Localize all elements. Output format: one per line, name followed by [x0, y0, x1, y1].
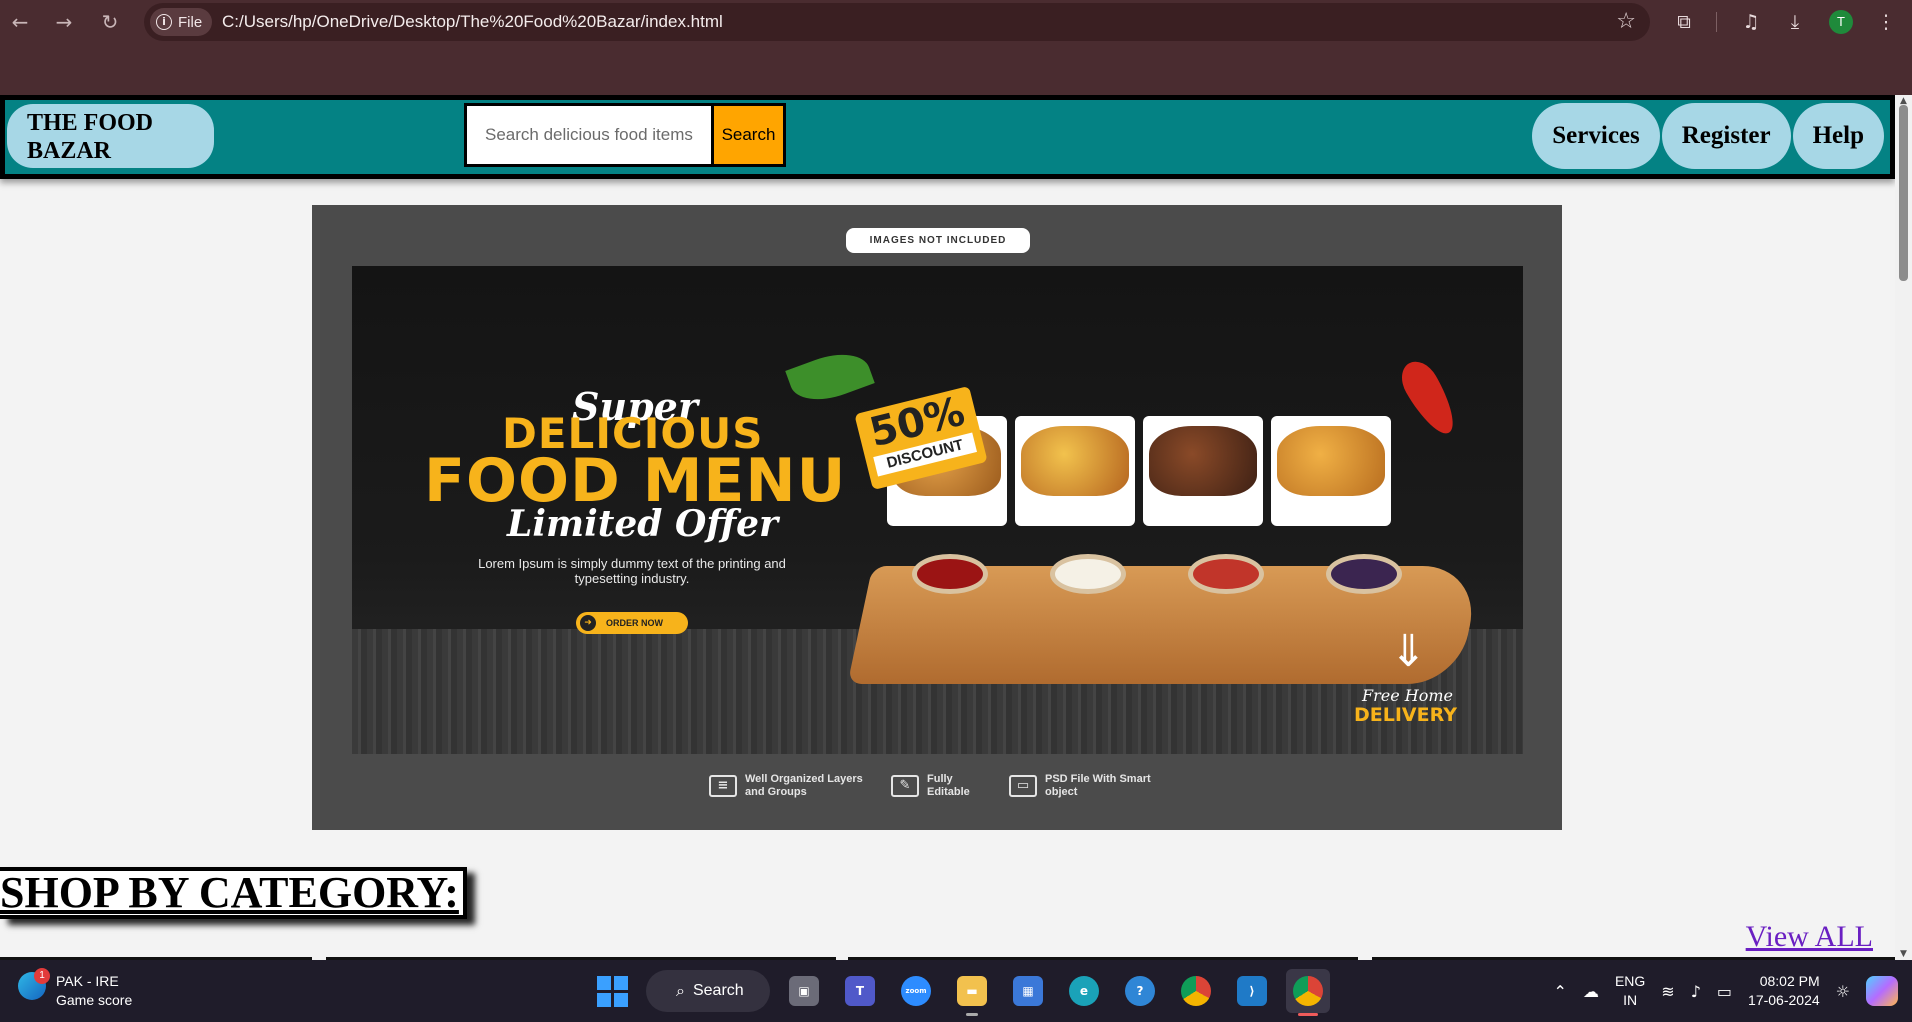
logo-line-2: BAZAR [27, 138, 112, 164]
taskbar-search[interactable]: ⌕ Search [646, 970, 770, 1012]
clock-time: 08:02 PM [1759, 973, 1820, 989]
promo-banner-image: IMAGES NOT INCLUDED Super DELICIOUS FOOD… [312, 205, 1562, 830]
microsoft-store-icon[interactable]: ▦ [1006, 969, 1050, 1013]
bbq-sauce-bowl [1326, 554, 1402, 594]
category-heading: SHOP BY CATEGORY: [0, 867, 467, 919]
notification-badge: 1 [34, 968, 50, 984]
folder-icon: ▭ [1009, 775, 1037, 797]
onedrive-cloud-icon[interactable]: ☁ [1583, 982, 1599, 1001]
notification-bell-icon[interactable]: ☼ [1836, 982, 1850, 1001]
site-header: THE FOOD BAZAR Search Services Register … [0, 95, 1895, 179]
feature-item: ≡ Well Organized Layers and Groups [709, 773, 865, 799]
more-menu-icon[interactable]: ⋮ [1872, 8, 1900, 36]
clock[interactable]: 08:02 PM 17-06-2024 [1748, 972, 1820, 1010]
chrome-active-icon[interactable] [1286, 969, 1330, 1016]
food-box [1271, 416, 1391, 526]
battery-icon[interactable]: ▭ [1717, 982, 1732, 1001]
url-text[interactable]: C:/Users/hp/OneDrive/Desktop/The%20Food%… [222, 12, 723, 32]
teams-icon[interactable]: T [838, 969, 882, 1013]
scroll-down-icon[interactable]: ▼ [1898, 949, 1909, 959]
banner-order-now: ORDER NOW [576, 612, 688, 634]
page-viewport: THE FOOD BAZAR Search Services Register … [0, 95, 1912, 960]
leaf-decoration [785, 343, 875, 411]
cricket-widget-icon: 1 [18, 968, 50, 1000]
search-icon: ⌕ [676, 981, 685, 1000]
ketchup-bowl [912, 554, 988, 594]
chevron-up-icon[interactable]: ⌃ [1554, 982, 1567, 1001]
taskbar-apps: ⌕ Search ▣ T zoom ▬ ▦ e ? ⟩ [590, 969, 1330, 1016]
widgets-weather[interactable]: 1 PAK - IRE Game score [18, 968, 133, 1010]
back-arrow-icon[interactable]: ← [6, 8, 34, 36]
layers-icon: ≡ [709, 775, 737, 797]
banner-features: ≡ Well Organized Layers and Groups ✎ Ful… [312, 773, 1562, 799]
sauce-bowls [912, 554, 1402, 594]
nav-register[interactable]: Register [1661, 103, 1791, 169]
vscode-icon[interactable]: ⟩ [1230, 969, 1274, 1013]
site-chip-label: File [178, 13, 203, 31]
address-bar[interactable]: i File C:/Users/hp/OneDrive/Desktop/The%… [144, 3, 1650, 41]
feature-text: PSD File With Smart object [1045, 773, 1151, 798]
feature-text: Well Organized Layers and Groups [745, 773, 863, 798]
lang-bottom: IN [1623, 992, 1638, 1008]
nav-services[interactable]: Services [1532, 103, 1660, 169]
file-explorer-icon[interactable]: ▬ [950, 969, 994, 1016]
search-button[interactable]: Search [714, 103, 786, 167]
windows-start-icon[interactable] [590, 969, 634, 1013]
edge-icon[interactable]: e [1062, 969, 1106, 1013]
chili-sauce-bowl [1188, 554, 1264, 594]
feature-item: ▭ PSD File With Smart object [1009, 773, 1165, 799]
edit-icon: ✎ [891, 775, 919, 797]
banner-free-home: Free Home [1362, 686, 1453, 705]
widget-title: PAK - IRE [56, 973, 119, 989]
mayo-bowl [1050, 554, 1126, 594]
browser-toolbar: ← → ↻ i File C:/Users/hp/OneDrive/Deskto… [0, 0, 1912, 95]
wifi-icon[interactable]: ≋ [1661, 982, 1674, 1001]
food-box [1143, 416, 1263, 526]
site-info-chip[interactable]: i File [150, 8, 213, 36]
windows-taskbar: 1 PAK - IRE Game score ⌕ Search ▣ T zoom… [0, 960, 1912, 1022]
copilot-icon[interactable] [1866, 976, 1898, 1006]
search-form: Search [464, 103, 786, 167]
view-all-link[interactable]: View ALL [1746, 920, 1873, 954]
download-icon[interactable]: ⤓ [1781, 8, 1809, 36]
task-view-icon[interactable]: ▣ [782, 969, 826, 1013]
media-controls-icon[interactable]: ♫ [1737, 8, 1765, 36]
chili-decoration [1394, 354, 1464, 442]
bookmark-star-icon[interactable]: ☆ [1616, 9, 1636, 34]
get-help-icon[interactable]: ? [1118, 969, 1162, 1013]
scrollbar-thumb[interactable] [1899, 105, 1908, 281]
feature-item: ✎ Fully Editable [891, 773, 983, 799]
info-icon: i [156, 14, 172, 30]
banner-limited-offer: Limited Offer [507, 503, 779, 545]
zoom-icon[interactable]: zoom [894, 969, 938, 1013]
search-input[interactable] [464, 103, 714, 167]
banner-tag: IMAGES NOT INCLUDED [846, 228, 1030, 253]
nav-help[interactable]: Help [1792, 103, 1884, 169]
volume-icon[interactable]: ♪ [1691, 982, 1701, 1001]
food-box [1015, 416, 1135, 526]
forward-arrow-icon[interactable]: → [50, 8, 78, 36]
chrome-icon[interactable] [1174, 969, 1218, 1013]
banner-description: Lorem Ipsum is simply dummy text of the … [478, 556, 786, 586]
toolbar-divider [1716, 12, 1717, 32]
profile-avatar[interactable]: T [1829, 10, 1853, 34]
reload-icon[interactable]: ↻ [96, 8, 124, 36]
banner-delivery: DELIVERY [1354, 704, 1457, 726]
widget-subtitle: Game score [56, 992, 133, 1008]
extensions-icon[interactable]: ⧉ [1670, 8, 1698, 36]
feature-text: Fully Editable [927, 773, 970, 798]
main-nav: Services Register Help [1532, 103, 1884, 169]
system-tray: ⌃ ☁ ENG IN ≋ ♪ ▭ 08:02 PM 17-06-2024 ☼ [1554, 960, 1912, 1022]
banner-artwork: Super DELICIOUS FOOD MENU Limited Offer … [352, 266, 1523, 754]
lang-top: ENG [1614, 973, 1646, 989]
logo-line-1: THE FOOD [27, 110, 154, 136]
page-scrollbar[interactable]: ▲ ▼ [1895, 95, 1912, 960]
language-indicator[interactable]: ENG IN [1615, 972, 1645, 1010]
down-arrow-icon: ⇓ [1390, 626, 1427, 677]
clock-date: 17-06-2024 [1748, 992, 1820, 1008]
site-logo[interactable]: THE FOOD BAZAR [7, 104, 214, 168]
taskbar-search-label: Search [692, 982, 744, 999]
